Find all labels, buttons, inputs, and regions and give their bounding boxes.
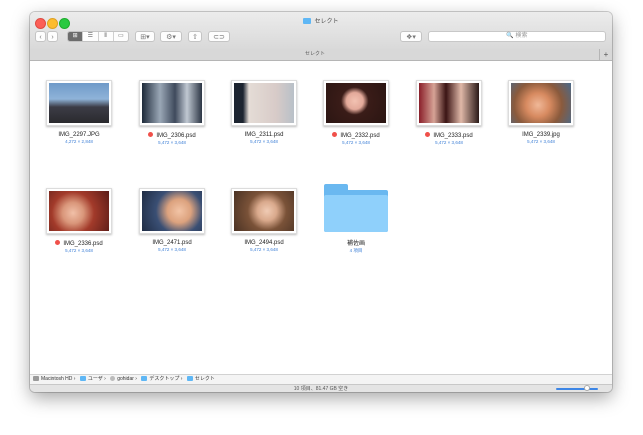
file-item[interactable]: IMG_2306.psd 5,472 × 3,648	[132, 80, 212, 145]
file-item[interactable]: IMG_2339.jpg 5,472 × 3,648	[501, 80, 581, 144]
tags-button[interactable]: ⊂⊃	[208, 31, 230, 42]
file-thumbnail	[139, 188, 205, 234]
file-info: 5,472 × 3,648	[158, 247, 186, 252]
window-title: セレクト	[30, 16, 612, 25]
file-thumbnail	[231, 188, 297, 234]
file-info: 5,472 × 3,648	[250, 139, 278, 144]
share-button[interactable]: ⇧	[188, 31, 202, 42]
file-info: 5,472 × 3,648	[250, 247, 278, 252]
path-separator: ›	[104, 376, 106, 382]
photo-image	[142, 83, 202, 123]
folder-info: 4 項目	[349, 248, 363, 253]
home-icon	[110, 376, 116, 381]
photo-image	[511, 83, 571, 123]
folder-name: 補佐画	[346, 241, 365, 247]
file-name: IMG_2297.JPG	[58, 132, 100, 138]
list-view-button[interactable]: ☰	[83, 32, 99, 41]
file-item[interactable]: IMG_2311.psd 5,472 × 3,648	[224, 80, 304, 144]
file-info: 5,472 × 3,648	[527, 139, 555, 144]
path-item-users[interactable]: ユーザ	[79, 375, 103, 384]
search-field[interactable]: 🔍 検索	[428, 31, 606, 42]
file-info: 4,272 × 2,848	[65, 139, 93, 144]
folder-item[interactable]: 補佐画 4 項目	[316, 184, 396, 254]
icon-size-slider[interactable]	[556, 388, 598, 390]
path-bar: Macintosh HD › ユーザ › gohidar › デスクトップ › …	[30, 374, 612, 384]
folder-icon	[324, 184, 388, 232]
dropbox-button[interactable]: ❖▾	[400, 31, 422, 42]
path-separator: ›	[180, 376, 183, 382]
file-thumbnail	[416, 80, 482, 126]
file-thumbnail	[46, 80, 112, 126]
path-item-desktop[interactable]: デスクトップ	[141, 375, 179, 384]
red-tag-icon	[148, 132, 154, 137]
tab-selected[interactable]: セレクト	[30, 49, 600, 60]
file-info: 5,472 × 3,648	[435, 140, 463, 145]
path-separator: ›	[135, 376, 137, 382]
file-item[interactable]: IMG_2471.psd 5,472 × 3,648	[132, 188, 212, 252]
red-tag-icon	[332, 132, 338, 137]
folder-icon	[141, 376, 148, 381]
file-item[interactable]: IMG_2336.psd 5,472 × 3,648	[39, 188, 119, 253]
path-separator: ›	[73, 376, 76, 382]
file-name: IMG_2311.psd	[244, 132, 284, 138]
photo-image	[234, 83, 294, 123]
icon-view-button[interactable]: ⊞	[68, 32, 84, 41]
gallery-view-button[interactable]: ▭	[114, 32, 128, 41]
file-item[interactable]: IMG_2297.JPG 4,272 × 2,848	[39, 80, 119, 144]
file-name: IMG_2306.psd	[132, 132, 212, 139]
folder-icon	[186, 376, 193, 381]
path-item-select[interactable]: セレクト	[186, 375, 215, 384]
new-tab-button[interactable]: +	[599, 49, 612, 60]
photo-image	[49, 83, 109, 123]
file-name: IMG_2333.psd	[409, 132, 489, 139]
back-button[interactable]: ‹	[35, 31, 46, 42]
path-item-home[interactable]: gohidar	[110, 375, 134, 384]
file-item[interactable]: IMG_2494.psd 5,472 × 3,648	[224, 188, 304, 252]
file-thumbnail	[46, 188, 112, 234]
folder-icon	[303, 18, 312, 24]
file-thumbnail	[231, 80, 297, 126]
file-thumbnail	[139, 80, 205, 126]
photo-image	[326, 83, 386, 123]
status-bar: 10 項目、81.47 GB 空き	[30, 384, 612, 392]
arrange-button[interactable]: ⊞▾	[135, 31, 155, 42]
title-bar: セレクト ‹ › ⊞ ☰ ⫴ ▭ ⊞▾ ⚙▾ ⇧ ⊂⊃ ❖▾ 🔍 検索	[30, 12, 612, 50]
view-mode-control[interactable]: ⊞ ☰ ⫴ ▭	[67, 31, 129, 42]
folder-icon	[79, 376, 86, 381]
file-name: IMG_2471.psd	[152, 240, 192, 246]
file-info: 5,472 × 3,648	[158, 140, 186, 145]
file-thumbnail	[323, 80, 389, 126]
file-thumbnail	[508, 80, 574, 126]
photo-image	[49, 191, 109, 231]
file-name: IMG_2336.psd	[39, 240, 119, 247]
file-name: IMG_2339.jpg	[522, 132, 560, 138]
finder-window: セレクト ‹ › ⊞ ☰ ⫴ ▭ ⊞▾ ⚙▾ ⇧ ⊂⊃ ❖▾ 🔍 検索 セレクト…	[30, 12, 612, 392]
file-name: IMG_2494.psd	[244, 240, 284, 246]
file-info: 5,472 × 3,648	[342, 140, 370, 145]
file-grid: IMG_2297.JPG 4,272 × 2,848 IMG_2306.psd …	[30, 61, 612, 374]
red-tag-icon	[55, 240, 61, 245]
file-info: 5,472 × 3,648	[65, 248, 93, 253]
red-tag-icon	[425, 132, 431, 137]
file-name: IMG_2332.psd	[316, 132, 396, 139]
slider-knob[interactable]	[584, 385, 590, 391]
photo-image	[419, 83, 479, 123]
column-view-button[interactable]: ⫴	[99, 32, 114, 41]
path-item-macintosh-hd[interactable]: Macintosh HD	[33, 375, 72, 384]
file-item[interactable]: IMG_2333.psd 5,472 × 3,648	[409, 80, 489, 145]
status-text: 10 項目、81.47 GB 空き	[293, 386, 349, 392]
tab-bar: セレクト +	[30, 49, 612, 61]
photo-image	[234, 191, 294, 231]
disk-icon	[33, 376, 39, 381]
action-button[interactable]: ⚙▾	[160, 31, 182, 42]
file-item[interactable]: IMG_2332.psd 5,472 × 3,648	[316, 80, 396, 145]
photo-image	[142, 191, 202, 231]
forward-button[interactable]: ›	[47, 31, 58, 42]
